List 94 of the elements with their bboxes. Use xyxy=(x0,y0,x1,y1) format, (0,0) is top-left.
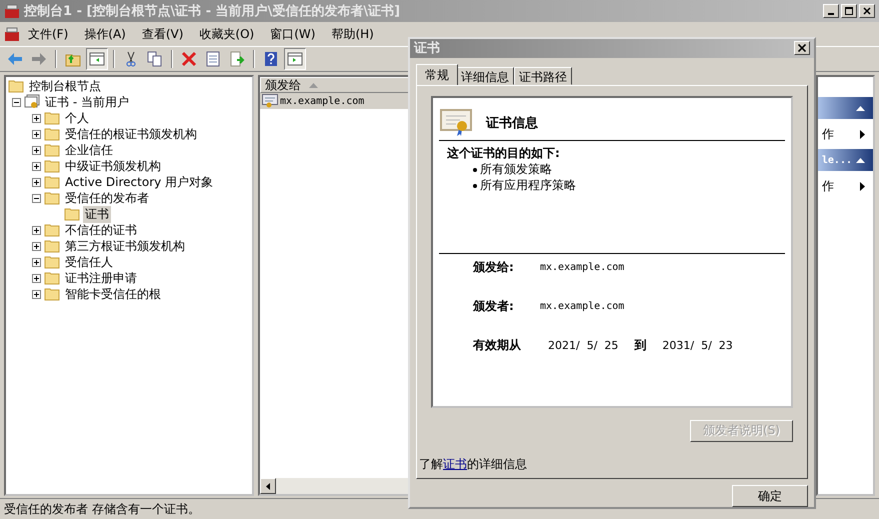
folder-icon xyxy=(44,255,60,269)
menu-item[interactable]: 操作(A) xyxy=(76,26,134,42)
certificate-icon xyxy=(440,108,472,136)
tree-item[interactable]: 证书 - 当前用户 xyxy=(43,94,131,110)
field-label: 颁发者: xyxy=(473,298,515,314)
tree-item[interactable]: 证书注册申请 xyxy=(63,270,139,286)
folder-icon xyxy=(44,287,60,301)
folder-icon xyxy=(44,127,60,141)
bullet-icon xyxy=(473,184,477,188)
folder-icon xyxy=(44,159,60,173)
certificate-name: mx.example.com xyxy=(280,96,364,106)
folder-icon xyxy=(44,223,60,237)
field-value: mx.example.com xyxy=(539,300,624,312)
expand-icon[interactable] xyxy=(32,146,41,154)
collapse-icon xyxy=(856,106,865,110)
ok-button[interactable]: 确定 xyxy=(732,485,808,507)
date-value: 2021/ 5/ 25 xyxy=(547,338,620,352)
certificate-link[interactable]: 证书 xyxy=(443,456,467,470)
action-item[interactable]: 作 xyxy=(822,126,834,142)
folder-icon xyxy=(8,79,24,93)
tree-item[interactable]: 控制台根节点 xyxy=(27,78,103,94)
menu-item[interactable]: 查看(V) xyxy=(134,26,192,42)
expand-icon[interactable] xyxy=(32,258,41,266)
field-label: 颁发给: xyxy=(473,258,515,276)
actions-title: le... xyxy=(822,154,852,166)
field-label: 到 xyxy=(633,336,648,354)
expand-icon[interactable] xyxy=(32,274,41,282)
purpose-item: 所有应用程序策略 xyxy=(480,177,576,194)
certificate-store-icon xyxy=(24,94,40,110)
expand-icon[interactable] xyxy=(32,178,41,186)
folder-icon xyxy=(64,207,80,221)
folder-icon xyxy=(44,111,60,125)
folder-icon xyxy=(44,143,60,157)
tree-item[interactable]: 受信任的发布者 xyxy=(63,190,151,206)
tree-item[interactable]: 中级证书颁发机构 xyxy=(63,158,163,174)
collapse-icon[interactable] xyxy=(12,98,21,106)
expand-icon[interactable] xyxy=(32,130,41,138)
menu-item[interactable]: 收藏夹(O) xyxy=(191,26,262,42)
panel-icon[interactable] xyxy=(86,48,108,70)
dialog-title: 证书 xyxy=(414,40,440,58)
action-item[interactable]: 作 xyxy=(822,178,834,194)
folder-icon xyxy=(44,175,60,189)
tree-item[interactable]: 受信任人 xyxy=(63,254,115,270)
field-label: 有效期从 xyxy=(473,336,522,354)
tab[interactable]: 证书路径 xyxy=(514,66,572,84)
tree-item[interactable]: 智能卡受信任的根 xyxy=(63,286,163,302)
learn-more-text: 了解证书的详细信息 xyxy=(419,456,528,472)
collapse-icon[interactable] xyxy=(32,194,41,202)
panel-icon[interactable] xyxy=(284,48,306,70)
toolbox-icon xyxy=(4,26,20,42)
maximize-icon xyxy=(845,7,853,15)
expand-icon[interactable] xyxy=(32,162,41,170)
folder-icon xyxy=(44,191,60,205)
purpose-item: 所有颁发策略 xyxy=(480,161,552,178)
maximize-button[interactable] xyxy=(841,4,857,18)
folder-icon xyxy=(44,239,60,253)
expand-icon[interactable] xyxy=(32,114,41,122)
tree-item[interactable]: 证书 xyxy=(83,206,111,222)
certificate-info-heading: 证书信息 xyxy=(486,114,538,132)
tree-item[interactable]: 企业信任 xyxy=(63,142,115,158)
minimize-button[interactable] xyxy=(823,4,839,18)
expand-icon[interactable] xyxy=(32,242,41,250)
date-value: 2031/ 5/ 23 xyxy=(661,338,734,352)
close-button[interactable] xyxy=(859,4,875,18)
menu-item[interactable]: 帮助(H) xyxy=(323,26,382,42)
menu-item[interactable]: 窗口(W) xyxy=(262,26,324,42)
close-button[interactable] xyxy=(794,41,810,56)
bullet-icon xyxy=(473,168,477,172)
close-icon xyxy=(798,44,806,52)
actions-header[interactable] xyxy=(818,97,873,119)
close-icon xyxy=(863,7,871,15)
tree-item[interactable]: 不信任的证书 xyxy=(63,222,139,238)
field-value: mx.example.com xyxy=(539,262,624,272)
status-text: 受信任的发布者 存储含有一个证书。 xyxy=(4,500,200,518)
tree-item[interactable]: 个人 xyxy=(63,110,91,126)
column-title: 颁发给 xyxy=(265,76,301,94)
purpose-title: 这个证书的目的如下: xyxy=(447,146,560,160)
collapse-icon xyxy=(856,158,865,162)
toolbox-icon xyxy=(4,3,20,19)
scroll-left-button[interactable] xyxy=(260,478,276,494)
submenu-arrow-icon xyxy=(860,182,865,190)
window-title: 控制台1 - [控制台根节点\证书 - 当前用户\受信任的发布者\证书] xyxy=(24,2,402,20)
expand-icon[interactable] xyxy=(32,226,41,234)
tab[interactable]: 详细信息 xyxy=(456,66,514,84)
certificate-icon xyxy=(262,93,278,109)
tree-item[interactable]: 受信任的根证书颁发机构 xyxy=(63,126,199,142)
menu-item[interactable]: 文件(F) xyxy=(20,26,76,42)
tree-item[interactable]: Active Directory 用户对象 xyxy=(63,174,216,190)
tab[interactable]: 常规 xyxy=(416,64,458,84)
left-arrow-icon xyxy=(266,482,270,490)
submenu-arrow-icon xyxy=(860,130,865,138)
folder-icon xyxy=(44,271,60,285)
expand-icon[interactable] xyxy=(32,290,41,298)
tree-item[interactable]: 第三方根证书颁发机构 xyxy=(63,238,187,254)
